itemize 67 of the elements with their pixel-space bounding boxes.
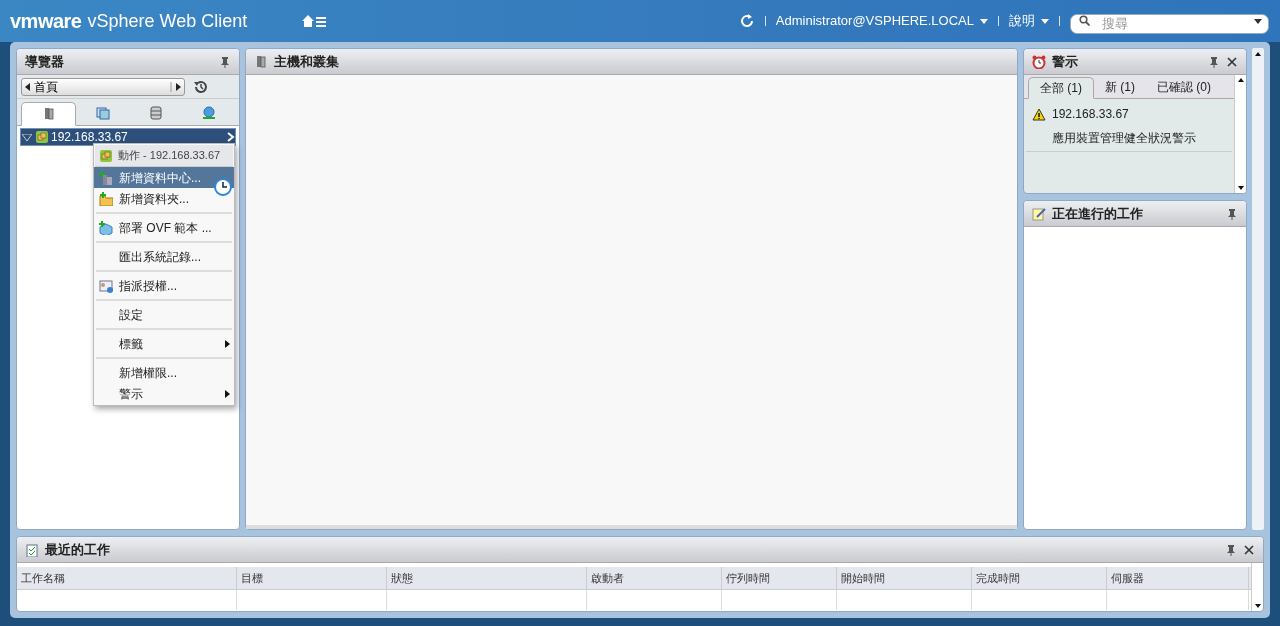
menu-item[interactable]: 新增資料夾... <box>94 188 234 209</box>
home-menu-icon[interactable] <box>301 13 328 29</box>
navigator-tab[interactable] <box>21 102 76 126</box>
menu-item[interactable]: 部署 OVF 範本 ... <box>94 217 234 238</box>
search-icon <box>1079 15 1090 26</box>
panel-title: 最近的工作 <box>45 540 110 559</box>
vms-tab-icon <box>95 106 110 120</box>
refresh-icon[interactable] <box>738 13 755 29</box>
cube-icon <box>99 220 113 235</box>
menu-item[interactable]: 匯出系統記錄... <box>94 246 234 267</box>
vcenter-icon <box>99 148 113 163</box>
search-field[interactable]: 搜尋 <box>1070 13 1269 34</box>
brand-logo: vmware <box>10 9 82 34</box>
vcenter-icon <box>35 130 49 144</box>
product-title: vSphere Web Client <box>87 9 248 33</box>
menu-title: 動作 - 192.168.33.67 <box>118 148 221 164</box>
panel-title: 警示 <box>1052 52 1078 71</box>
help-menu[interactable]: 說明 <box>1009 11 1049 31</box>
menu-item[interactable]: 新增權限... <box>94 362 234 383</box>
alarm-source[interactable]: 192.168.33.67 <box>1052 105 1129 123</box>
alarm-tab[interactable]: 新 (1) <box>1094 76 1146 98</box>
menu-item[interactable]: 新增資料中心... <box>94 167 234 188</box>
warning-icon <box>1032 107 1046 121</box>
host-icon <box>254 54 268 69</box>
column-header[interactable]: 伺服器 <box>1107 567 1249 589</box>
pin-icon[interactable] <box>1226 207 1238 220</box>
column-header[interactable]: 狀態 <box>387 567 587 589</box>
pin-icon[interactable] <box>1225 543 1237 556</box>
alarm-tab[interactable]: 全部 (1) <box>1028 77 1094 99</box>
column-header[interactable]: 佇列時間 <box>722 567 837 589</box>
column-header[interactable]: 目標 <box>237 567 387 589</box>
checklist-icon <box>25 542 39 557</box>
folder-icon <box>99 191 113 206</box>
menu-item[interactable]: 設定 <box>94 304 234 325</box>
pin-icon[interactable] <box>219 55 231 68</box>
network-tab-icon <box>201 106 216 120</box>
caret-icon <box>980 18 988 24</box>
storage-tab-icon <box>148 106 163 120</box>
alarm-tab[interactable]: 已確認 (0) <box>1146 76 1222 98</box>
submenu-arrow-icon <box>225 389 230 398</box>
panel-title: 導覽器 <box>25 52 64 71</box>
notepad-icon <box>1032 206 1046 221</box>
panel-title: 正在進行的工作 <box>1052 204 1143 223</box>
expand-triangle-icon[interactable] <box>22 133 32 141</box>
pin-icon[interactable] <box>1208 55 1220 68</box>
dropdown-icon[interactable] <box>1254 19 1262 24</box>
breadcrumb-bar[interactable]: 首頁 <box>21 77 185 96</box>
caret-icon <box>1041 18 1049 24</box>
history-icon[interactable] <box>193 78 209 95</box>
close-icon[interactable] <box>1226 55 1238 68</box>
column-header[interactable]: 工作名稱 <box>17 567 237 589</box>
user-menu[interactable]: Administrator@VSPHERE.LOCAL <box>775 11 988 31</box>
submenu-arrow-icon <box>225 339 230 348</box>
alarm-message: 應用裝置管理健全狀況警示 <box>1051 130 1197 147</box>
column-header[interactable]: 開始時間 <box>837 567 972 589</box>
close-icon[interactable] <box>1243 543 1255 556</box>
column-header[interactable]: 完成時間 <box>972 567 1107 589</box>
datacenter-icon <box>99 170 113 185</box>
column-header[interactable]: 啟動者 <box>587 567 722 589</box>
menu-item[interactable]: 指派授權... <box>94 275 234 296</box>
menu-item[interactable]: 警示 <box>94 383 234 404</box>
panel-title: 主機和叢集 <box>274 52 339 71</box>
license-icon <box>99 278 113 293</box>
clock-icon <box>214 178 232 196</box>
alarm-clock-icon <box>1032 54 1046 69</box>
menu-item[interactable]: 標籤 <box>94 333 234 354</box>
tree-item[interactable]: 192.168.33.67 <box>20 128 236 146</box>
